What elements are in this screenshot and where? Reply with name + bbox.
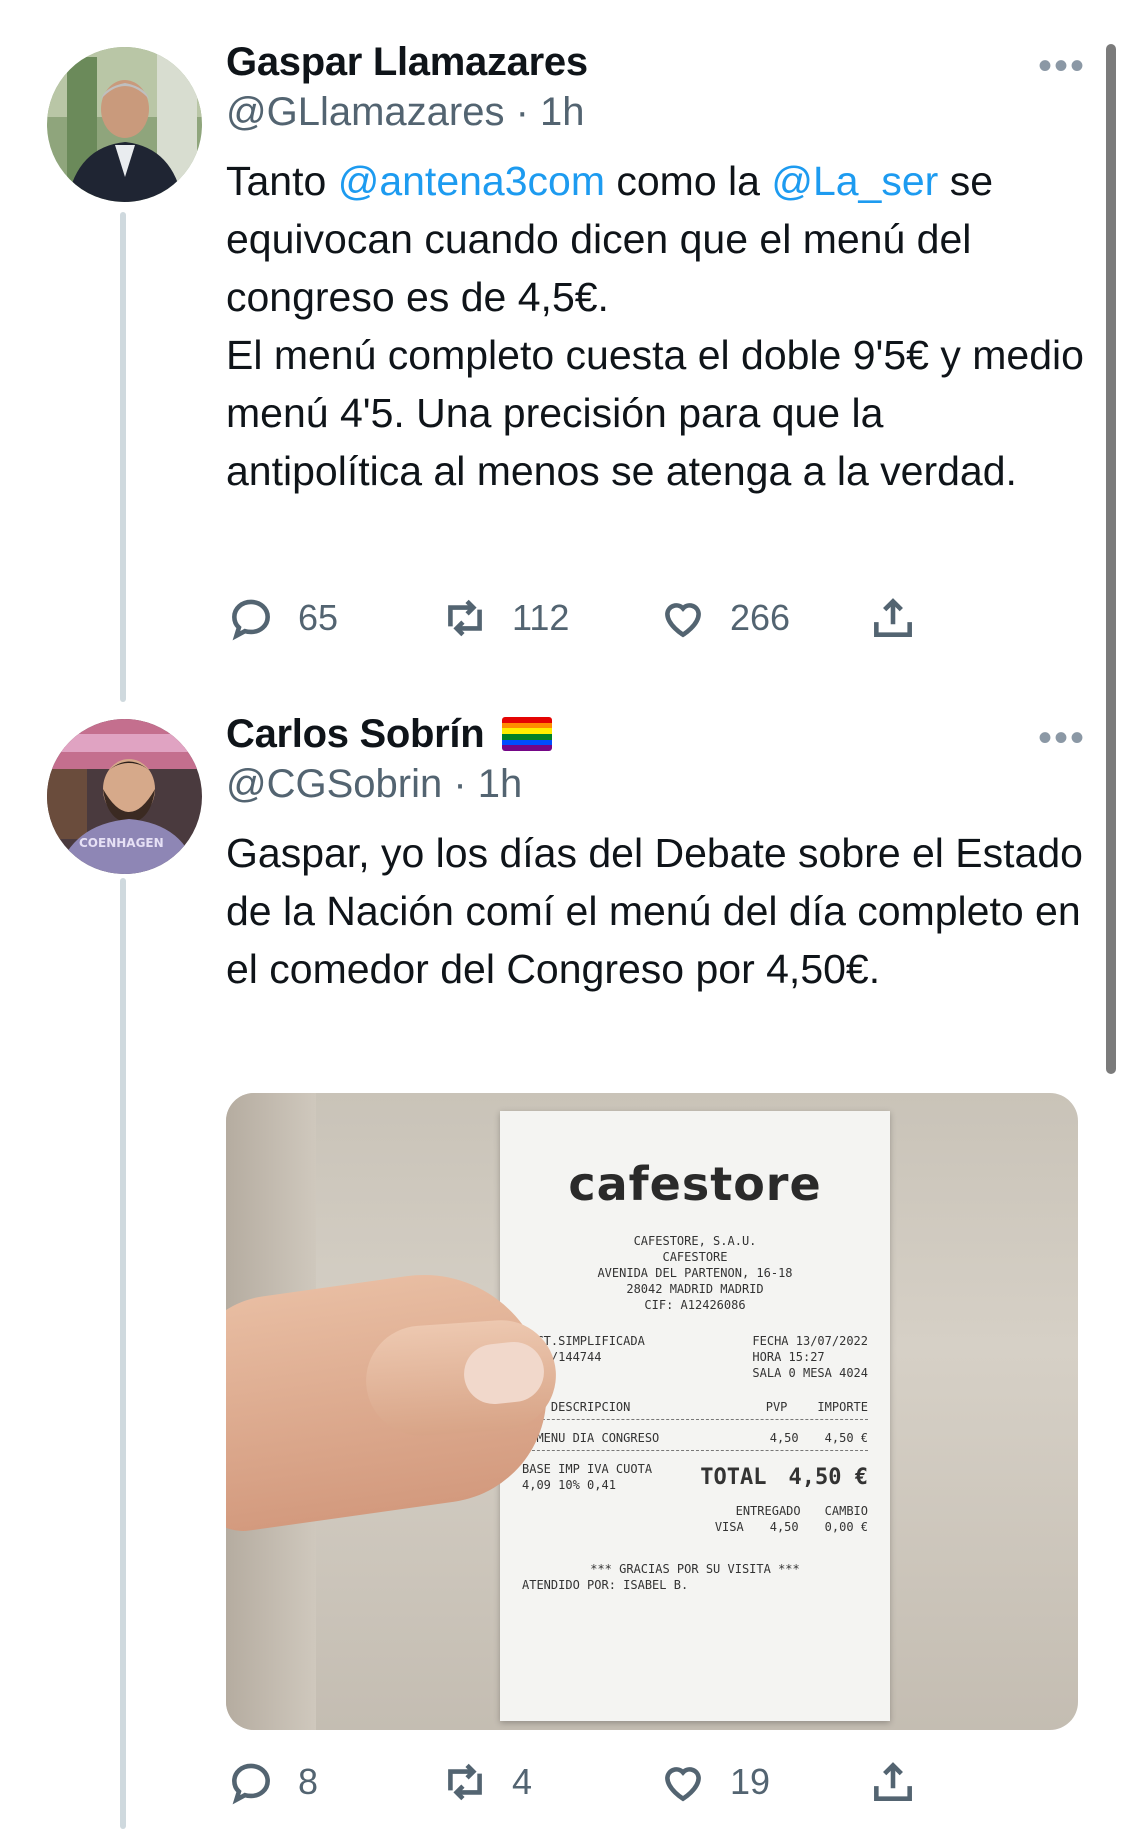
display-name[interactable]: Carlos Sobrín (226, 712, 485, 757)
receipt-col-pvp: PVP (765, 1400, 788, 1414)
rainbow-flag-icon (502, 717, 553, 751)
share-icon (874, 1762, 912, 1801)
receipt-total-label: TOTAL (700, 1464, 767, 1490)
mention-link[interactable]: @La_ser (771, 158, 938, 204)
receipt: cafestore CAFESTORE, S.A.U. CAFESTORE AV… (500, 1111, 890, 1721)
retweet-icon (448, 1763, 482, 1801)
receipt-company: CAFESTORE, S.A.U. (633, 1234, 757, 1248)
receipt-paid-method: VISA (714, 1520, 744, 1534)
more-options-icon[interactable]: ••• (1038, 716, 1086, 761)
like-count: 266 (730, 597, 791, 638)
like-button[interactable]: 266 (658, 593, 868, 643)
reply-icon (232, 1763, 270, 1805)
receipt-cif: CIF: A12426086 (644, 1298, 746, 1312)
receipt-change-label: CAMBIO (824, 1504, 868, 1518)
receipt-store: CAFESTORE (662, 1250, 728, 1264)
reply-button[interactable]: 65 (226, 593, 440, 643)
tweet-image[interactable]: cafestore CAFESTORE, S.A.U. CAFESTORE AV… (226, 1093, 1078, 1730)
heart-icon (665, 1767, 701, 1802)
reply-count: 8 (298, 1761, 319, 1802)
retweet-icon (448, 599, 482, 637)
reply-count: 65 (298, 597, 339, 638)
heart-icon (665, 603, 701, 638)
avatar[interactable]: COENHAGEN (47, 719, 202, 874)
svg-text:COENHAGEN: COENHAGEN (79, 836, 164, 850)
receipt-item-pvp: 4,50 (769, 1431, 799, 1445)
receipt-city: 28042 MADRID MADRID (626, 1282, 764, 1296)
receipt-table: SALA 0 MESA 4024 (752, 1366, 868, 1380)
retweet-count: 4 (512, 1761, 533, 1802)
thread-line (120, 212, 126, 702)
retweet-button[interactable]: 112 (440, 593, 658, 643)
share-button[interactable] (868, 1757, 918, 1807)
avatar[interactable] (47, 47, 202, 202)
receipt-paid-label: ENTREGADO (735, 1504, 801, 1518)
receipt-time: HORA 15:27 (752, 1350, 825, 1364)
tweet-text: Gaspar, yo los días del Debate sobre el … (226, 830, 1083, 992)
scrollbar[interactable] (1106, 44, 1116, 1074)
receipt-thanks: *** GRACIAS POR SU VISITA *** (590, 1562, 800, 1576)
receipt-paid-value: 4,50 (769, 1520, 799, 1534)
receipt-change-value: 0,00 € (824, 1520, 868, 1534)
handle-and-time[interactable]: @GLlamazares · 1h (226, 90, 1086, 142)
tweet-text: Tanto @antena3com como la @La_ser se equ… (226, 158, 1084, 494)
mention-link[interactable]: @antena3com (338, 158, 605, 204)
receipt-tax-header: BASE IMP IVA CUOTA (522, 1462, 653, 1476)
share-icon (874, 598, 912, 637)
receipt-total-value: 4,50 € (788, 1464, 868, 1490)
thread-line (120, 878, 126, 1829)
reply-icon (232, 599, 270, 641)
receipt-date: FECHA 13/07/2022 (752, 1334, 868, 1348)
receipt-item-importe: 4,50 € (824, 1431, 868, 1445)
retweet-button[interactable]: 4 (440, 1757, 658, 1807)
receipt-brand: cafestore (568, 1157, 822, 1211)
receipt-address: AVENIDA DEL PARTENON, 16-18 (597, 1266, 793, 1280)
receipt-item: 1 MENU DIA CONGRESO (522, 1431, 660, 1445)
share-button[interactable] (868, 593, 918, 643)
reply-button[interactable]: 8 (226, 1757, 440, 1807)
receipt-attended: ATENDIDO POR: ISABEL B. (522, 1578, 689, 1592)
handle-and-time[interactable]: @CGSobrin · 1h (226, 762, 1086, 814)
more-options-icon[interactable]: ••• (1038, 44, 1086, 89)
receipt-tax-values: 4,09 10% 0,41 (522, 1478, 616, 1492)
like-count: 19 (730, 1761, 771, 1802)
receipt-col-importe: IMPORTE (817, 1400, 868, 1414)
display-name[interactable]: Gaspar Llamazares (226, 40, 588, 85)
like-button[interactable]: 19 (658, 1757, 868, 1807)
retweet-count: 112 (512, 597, 570, 638)
